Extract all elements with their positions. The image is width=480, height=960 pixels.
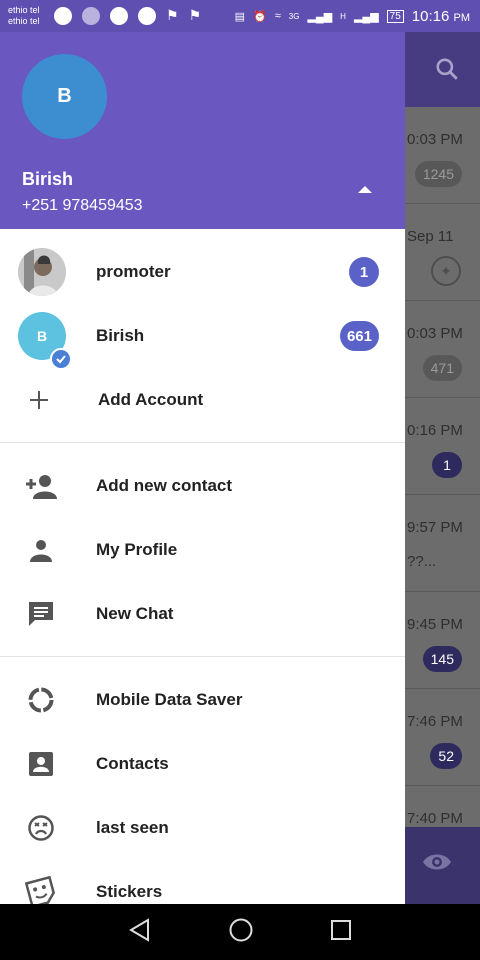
wifi-icon: ≈ bbox=[274, 10, 281, 22]
home-icon[interactable] bbox=[228, 917, 254, 948]
status-bar: ethio tel ethio tel ⚑ ⚑ ▤ ⏰ ≈ 3G ▂▄▆ H ▂… bbox=[0, 0, 480, 32]
chat-time: 0:16 PM bbox=[407, 422, 463, 439]
avatar bbox=[18, 248, 66, 296]
telegram-notification-icon bbox=[138, 7, 156, 25]
carrier-2: ethio tel bbox=[8, 16, 40, 26]
recents-icon[interactable] bbox=[329, 918, 353, 947]
menu-item-last-seen[interactable]: last seen bbox=[0, 796, 405, 860]
account-item[interactable]: B Birish 661 bbox=[0, 304, 405, 370]
collapse-accounts-icon[interactable] bbox=[358, 186, 372, 193]
unread-badge: 1 bbox=[349, 257, 379, 287]
chat-row[interactable]: 9:45 PM 145 bbox=[405, 592, 480, 689]
chat-row[interactable]: 9:57 PM ??... bbox=[405, 495, 480, 592]
dot-notification-icon bbox=[82, 7, 100, 25]
clock-time: 10:16 bbox=[411, 7, 450, 25]
menu-item-mobile-data-saver[interactable]: Mobile Data Saver bbox=[0, 668, 405, 732]
chat-row[interactable]: 0:16 PM 1 bbox=[405, 398, 480, 495]
account-item[interactable]: promoter 1 bbox=[0, 240, 405, 304]
user-name: Birish bbox=[22, 169, 74, 189]
data-saver-icon bbox=[24, 683, 58, 717]
telegram-notification-icon bbox=[54, 7, 72, 25]
person-icon bbox=[24, 533, 58, 567]
carrier-labels: ethio tel ethio tel bbox=[8, 5, 48, 27]
unread-badge: 661 bbox=[339, 321, 379, 351]
back-icon[interactable] bbox=[127, 917, 153, 948]
navigation-drawer: B Birish +251 978459453 promoter 1 B Bir… bbox=[0, 32, 405, 904]
chat-preview: ??... bbox=[407, 553, 437, 570]
chat-row[interactable]: Sep 11 ✦ bbox=[405, 204, 480, 301]
unread-badge: 1 bbox=[432, 452, 462, 478]
plus-icon bbox=[22, 383, 56, 417]
signal-icon: ▂▄▆ bbox=[307, 10, 333, 23]
notification-icons: ⚑ ⚑ bbox=[54, 7, 201, 25]
menu-label: Stickers bbox=[96, 882, 163, 901]
sad-face-icon bbox=[24, 811, 58, 845]
chat-list: 0:03 PM 1245 Sep 11 ✦ 0:03 PM 471 0:16 P… bbox=[405, 107, 480, 827]
unread-badge: 471 bbox=[422, 355, 462, 381]
menu-label: Contacts bbox=[96, 754, 169, 773]
network-type-2: H bbox=[340, 11, 346, 21]
chat-time: 9:45 PM bbox=[407, 616, 463, 633]
drawer-header: B Birish +251 978459453 bbox=[0, 32, 405, 229]
chat-row[interactable]: 0:03 PM 471 bbox=[405, 301, 480, 398]
search-icon[interactable] bbox=[434, 56, 460, 87]
chat-row[interactable]: 0:03 PM 1245 bbox=[405, 107, 480, 204]
flag-notification-icon: ⚑ bbox=[188, 7, 202, 23]
clock: 10:16 PM bbox=[412, 8, 470, 25]
chat-time: 0:03 PM bbox=[407, 325, 463, 342]
flag-notification-icon: ⚑ bbox=[166, 7, 179, 23]
carrier-1: ethio tel bbox=[8, 5, 40, 15]
telegram-notification-icon bbox=[110, 7, 128, 25]
clock-ampm: PM bbox=[453, 11, 471, 24]
bottom-bar bbox=[405, 827, 480, 904]
navigation-bar bbox=[0, 904, 480, 960]
menu-label: Add new contact bbox=[96, 476, 233, 495]
menu-item-stickers[interactable]: Stickers bbox=[0, 860, 405, 904]
account-name: promoter bbox=[96, 262, 171, 281]
add-account-label: Add Account bbox=[98, 390, 204, 409]
menu-item-my-profile[interactable]: My Profile bbox=[0, 518, 405, 582]
menu-label: Mobile Data Saver bbox=[96, 690, 243, 709]
divider bbox=[0, 442, 405, 443]
system-status: ▤ ⏰ ≈ 3G ▂▄▆ H ▂▄▆ 75 10:16 PM bbox=[235, 8, 470, 25]
unread-badge: 52 bbox=[430, 743, 462, 769]
chat-icon bbox=[24, 597, 58, 631]
menu-item-contacts[interactable]: Contacts bbox=[0, 732, 405, 796]
add-person-icon bbox=[24, 469, 58, 503]
user-phone: +251 978459453 bbox=[22, 197, 143, 214]
chat-time: 9:57 PM bbox=[407, 519, 463, 536]
chat-time: 0:03 PM bbox=[407, 131, 463, 148]
pin-icon: ✦ bbox=[431, 256, 461, 286]
account-name: Birish bbox=[96, 326, 145, 345]
eye-icon[interactable] bbox=[422, 851, 452, 878]
unread-badge: 1245 bbox=[414, 161, 462, 187]
menu-item-new-chat[interactable]: New Chat bbox=[0, 582, 405, 646]
network-type-1: 3G bbox=[288, 11, 300, 21]
signal-icon: ▂▄▆ bbox=[353, 10, 379, 23]
avatar[interactable]: B bbox=[22, 54, 107, 139]
menu-item-add-new-contact[interactable]: Add new contact bbox=[0, 454, 405, 518]
chat-time: 7:40 PM bbox=[407, 810, 463, 827]
battery-level: 75 bbox=[386, 9, 404, 23]
divider bbox=[0, 656, 405, 657]
chat-row[interactable]: 7:46 PM 52 bbox=[405, 689, 480, 786]
unread-badge: 145 bbox=[422, 646, 462, 672]
add-account-button[interactable]: Add Account bbox=[0, 368, 405, 432]
alarm-icon: ⏰ bbox=[253, 10, 267, 23]
checkmark-icon bbox=[50, 348, 72, 370]
contacts-icon bbox=[24, 747, 58, 781]
sticker-icon bbox=[24, 875, 58, 904]
menu-label: New Chat bbox=[96, 604, 174, 623]
chat-time: 7:46 PM bbox=[407, 713, 463, 730]
menu-label: last seen bbox=[96, 818, 169, 837]
menu-label: My Profile bbox=[96, 540, 178, 559]
vibrate-icon: ▤ bbox=[234, 10, 246, 23]
chat-time: Sep 11 bbox=[407, 228, 454, 245]
